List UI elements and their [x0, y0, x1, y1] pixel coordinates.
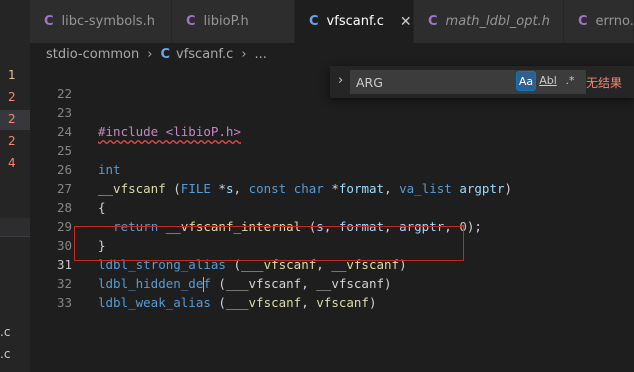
- problem-count-badge: 1: [8, 68, 16, 82]
- tab-label: errno.h: [595, 14, 634, 29]
- code-text: ldbl_weak_alias (___vfscanf, vfscanf): [98, 295, 377, 310]
- problem-count-badge: 2: [8, 134, 16, 148]
- breadcrumb-symbols[interactable]: ...: [255, 47, 267, 62]
- problem-count-badge: 2: [8, 90, 16, 104]
- editor-tab-bar: C libc-symbols.h C libioP.h C vfscanf.c …: [30, 0, 634, 43]
- regex-toggle[interactable]: .*: [561, 71, 579, 91]
- code-editor[interactable]: 22 23 #include <libioP.h> 24 25 int 26 _…: [30, 65, 634, 372]
- sidebar-divider: [0, 236, 30, 237]
- c-file-icon: C: [309, 14, 319, 29]
- whole-word-toggle[interactable]: Abl: [538, 71, 558, 91]
- search-query: ARG: [356, 75, 383, 90]
- code-line: 25 int: [30, 122, 634, 177]
- search-result-status: 无结果: [586, 76, 623, 90]
- c-file-icon: C: [44, 14, 54, 29]
- code-line: 27 {: [30, 160, 634, 215]
- tab-libiop[interactable]: C libioP.h: [172, 0, 295, 43]
- close-icon[interactable]: ✕: [400, 14, 412, 30]
- annotation-highlight-box: [74, 226, 464, 261]
- explorer-file-item[interactable]: .c: [0, 325, 10, 339]
- problem-count-badge: 2: [8, 112, 16, 126]
- code-line: 33: [30, 274, 634, 310]
- problem-count-badge: 4: [8, 156, 16, 170]
- match-case-toggle[interactable]: Aa: [516, 71, 536, 91]
- tab-label: libc-symbols.h: [61, 14, 155, 29]
- code-line: 28 return __vfscanf_internal (s, format,…: [30, 179, 634, 234]
- breadcrumb-folder[interactable]: stdio-common: [46, 47, 139, 62]
- line-number: 33: [56, 295, 72, 310]
- explorer-scroll-region: [0, 218, 30, 236]
- code-line: 24: [30, 103, 634, 139]
- chevron-right-icon[interactable]: ›: [338, 73, 343, 88]
- chevron-right-icon: ›: [147, 46, 153, 62]
- tab-math-ldbl-opt[interactable]: C math_ldbl_opt.h: [414, 0, 564, 43]
- tab-libc-symbols[interactable]: C libc-symbols.h: [30, 0, 172, 43]
- tab-label: math_ldbl_opt.h: [445, 14, 550, 29]
- c-file-icon: C: [428, 14, 438, 29]
- tab-label: libioP.h: [203, 14, 249, 29]
- tab-label: vfscanf.c: [326, 14, 384, 29]
- tab-vfscanf[interactable]: C vfscanf.c ✕: [295, 0, 414, 43]
- c-file-icon: C: [578, 14, 588, 29]
- c-file-icon: C: [160, 46, 170, 62]
- explorer-file-item[interactable]: .c: [0, 347, 10, 361]
- code-line: 29 }: [30, 198, 634, 253]
- find-widget: › ARG Aa Abl .* 无结果: [330, 66, 634, 98]
- explorer-sidebar: 1 2 2 2 4 .c .c: [0, 0, 30, 372]
- breadcrumb-file[interactable]: vfscanf.c: [176, 47, 233, 62]
- breadcrumb: stdio-common › C vfscanf.c › ...: [30, 43, 634, 65]
- tab-errno[interactable]: C errno.h: [564, 0, 634, 43]
- code-line: 26 __vfscanf (FILE *s, const char *forma…: [30, 141, 634, 196]
- c-file-icon: C: [186, 14, 196, 29]
- chevron-right-icon: ›: [241, 46, 247, 62]
